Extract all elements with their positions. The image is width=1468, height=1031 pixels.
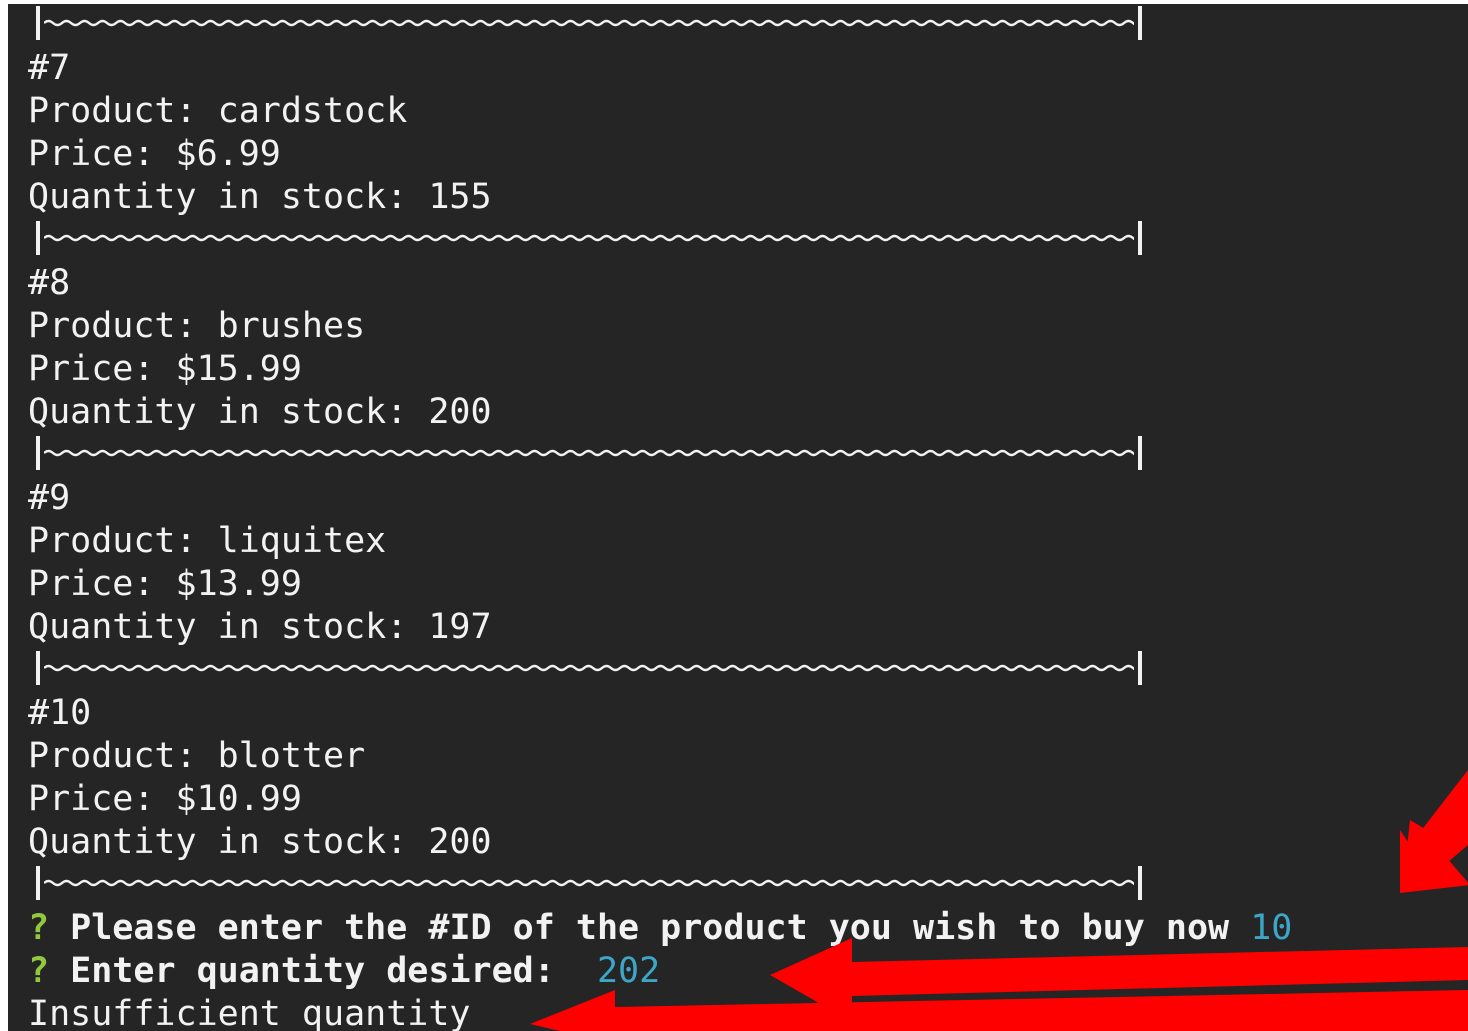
id-answer[interactable]: 10 <box>1250 908 1292 948</box>
id-prompt-line: ? Please enter the #ID of the product yo… <box>28 907 1292 950</box>
question-mark: ? <box>28 951 50 991</box>
product-quantity: Quantity in stock: 197 <box>28 607 492 647</box>
product-price: Price: $10.99 <box>28 779 302 819</box>
product-quantity: Quantity in stock: 200 <box>28 392 492 432</box>
terminal-window[interactable]: #7 Product: cardstock Price: $6.99 Quant… <box>8 4 1468 1031</box>
product-id: #9 <box>28 478 71 518</box>
separator <box>28 4 1148 47</box>
product-id: #8 <box>28 263 71 303</box>
question-mark: ? <box>28 908 50 948</box>
separator <box>28 434 1148 477</box>
quantity-prompt-text: Enter quantity desired: <box>70 951 555 991</box>
separator <box>28 219 1148 262</box>
product-id: #10 <box>28 693 92 733</box>
id-prompt-text: Please enter the #ID of the product you … <box>70 908 1230 948</box>
product-price: Price: $13.99 <box>28 564 302 604</box>
quantity-answer[interactable]: 202 <box>597 951 660 991</box>
quantity-prompt-line: ? Enter quantity desired: 202 <box>28 950 660 993</box>
product-name: Product: liquitex <box>28 521 387 561</box>
product-price: Price: $15.99 <box>28 349 302 389</box>
error-message: Insufficient quantity <box>28 994 471 1031</box>
product-name: Product: blotter <box>28 736 366 776</box>
product-id: #7 <box>28 48 71 88</box>
product-name: Product: cardstock <box>28 91 408 131</box>
product-name: Product: brushes <box>28 306 366 346</box>
product-price: Price: $6.99 <box>28 134 281 174</box>
product-quantity: Quantity in stock: 200 <box>28 822 492 862</box>
separator <box>28 864 1148 907</box>
separator <box>28 649 1148 692</box>
product-quantity: Quantity in stock: 155 <box>28 177 492 217</box>
